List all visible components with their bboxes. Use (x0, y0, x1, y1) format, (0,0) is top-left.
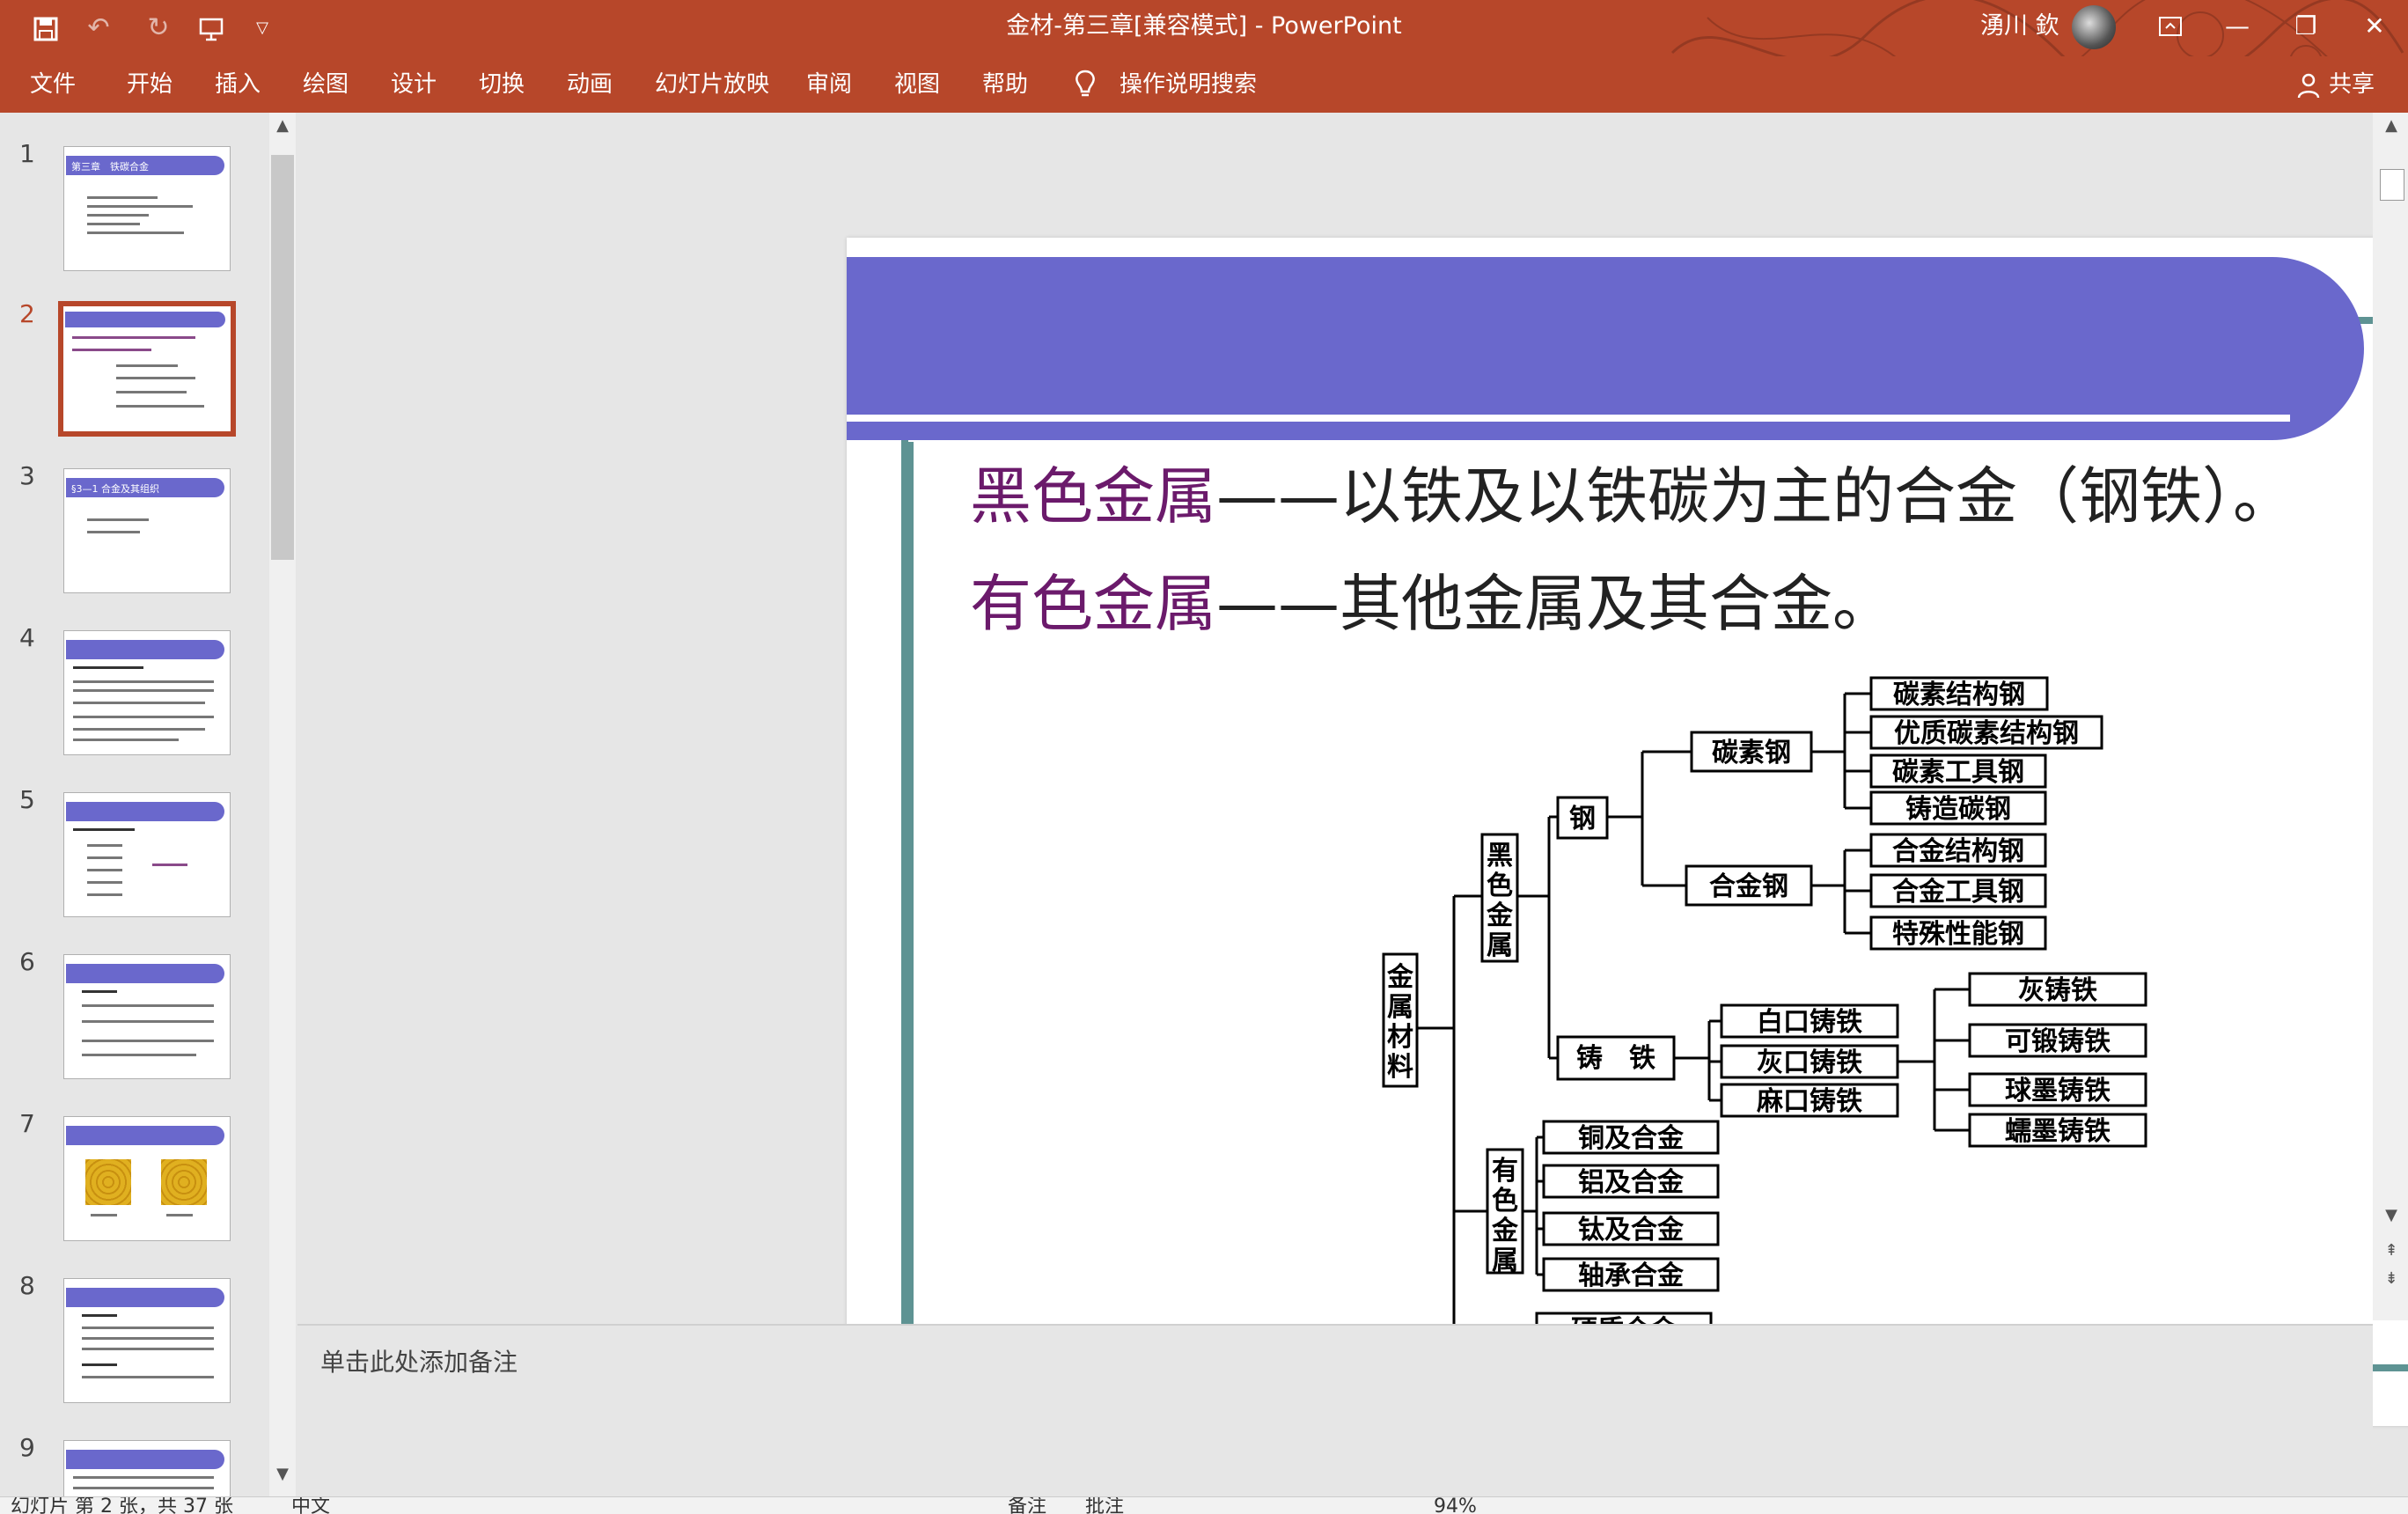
slide-scrollbar[interactable]: ▲ ▼ ⇞ ⇟ (2373, 113, 2408, 1320)
thumbnail-title: 第三章 铁碳合金 (71, 161, 149, 173)
tree-label: 碳素工具钢 (1892, 757, 2024, 788)
thumbnail-number: 6 (19, 947, 35, 976)
search-box[interactable]: 操作说明搜索 (1120, 69, 1257, 100)
slide-canvas[interactable]: .bx { fill: #fff; stroke: #000; stroke-w… (847, 238, 2408, 1426)
tree-label-ferrous: 黑色金属 (1486, 841, 1514, 961)
status-bar: 幻灯片 第 2 张，共 37 张 中文 备注 批注 94% (0, 1496, 2408, 1514)
tree-label: 合金结构钢 (1892, 836, 2024, 867)
thumbnail-title: §3—1 合金及其组织 (71, 483, 159, 495)
lightbulb-icon (1076, 70, 1095, 97)
tree-label: 钛及合金 (1578, 1215, 1685, 1246)
person-icon (2297, 73, 2320, 99)
tree-label: 合金工具钢 (1892, 877, 2024, 908)
ribbon-display-icon[interactable] (2144, 9, 2197, 44)
tree-label: 可锻铸铁 (2005, 1026, 2111, 1057)
user-name[interactable]: 湧川 欽 (1980, 11, 2059, 42)
tree-label: 蠕墨铸铁 (2005, 1116, 2111, 1147)
tree-label: 铜及合金 (1578, 1123, 1685, 1154)
tab-insert[interactable]: 插入 (215, 69, 261, 100)
close-icon[interactable]: ✕ (2348, 9, 2401, 44)
tab-help[interactable]: 帮助 (982, 69, 1028, 100)
heading-rest-1: ——以铁及以铁碳为主的合金（钢铁）。 (1216, 460, 2294, 533)
tab-file[interactable]: 文件 (30, 69, 76, 100)
scroll-up-icon[interactable]: ▲ (269, 116, 296, 135)
slide-thumbnail-8[interactable] (63, 1278, 231, 1403)
heading-term-2: 有色金属 (970, 568, 1216, 640)
tab-transitions[interactable]: 切换 (479, 69, 525, 100)
slide-editor: .bx { fill: #fff; stroke: #000; stroke-w… (297, 113, 2408, 1426)
tree-label: 灰口铸铁 (1757, 1047, 1862, 1078)
title-band-stripe (847, 415, 2290, 422)
notes-pane[interactable]: 单击此处添加备注 (297, 1324, 2373, 1496)
heading-line-1: 黑色金属——以铁及以铁碳为主的合金（钢铁）。 (970, 460, 2294, 533)
avatar[interactable] (2072, 5, 2116, 49)
restore-icon[interactable]: ❐ (2280, 9, 2332, 44)
slide-thumbnail-2[interactable] (58, 301, 236, 437)
tree-label-carbon-steel: 碳素钢 (1712, 738, 1791, 768)
slide-thumbnail-5[interactable] (63, 792, 231, 917)
slide-thumbnail-9[interactable] (63, 1440, 231, 1496)
tab-view[interactable]: 视图 (894, 69, 940, 100)
slide-thumbnail-4[interactable] (63, 630, 231, 755)
tab-draw[interactable]: 绘图 (303, 69, 349, 100)
tree-label: 铝及合金 (1578, 1167, 1685, 1198)
slide-thumbnail-6[interactable] (63, 954, 231, 1079)
tab-slideshow[interactable]: 幻灯片放映 (655, 69, 769, 100)
notes-placeholder[interactable]: 单击此处添加备注 (320, 1343, 518, 1378)
scrollbar-thumb[interactable] (271, 155, 294, 560)
thumbnail-number: 5 (19, 785, 35, 814)
thumbnail-number: 3 (19, 461, 35, 490)
tree-label: 特殊性能钢 (1892, 919, 2024, 950)
tree-label-steel: 钢 (1569, 804, 1596, 834)
tab-home[interactable]: 开始 (127, 69, 173, 100)
title-bar: ↶ ↻ ▽ 金材-第三章[兼容模式] - PowerPoint 湧川 欽 — ❐… (0, 0, 2408, 100)
slide-thumbnail-1[interactable]: 第三章 铁碳合金 (63, 146, 231, 271)
thumbnail-number: 7 (19, 1109, 35, 1138)
slide-content: .bx { fill: #fff; stroke: #000; stroke-w… (847, 257, 2408, 1371)
title-band (847, 257, 2364, 440)
thumbnail-number: 2 (19, 299, 35, 328)
scrollbar-thumb[interactable] (2380, 169, 2404, 201)
scroll-down-icon[interactable]: ▼ (269, 1465, 296, 1483)
previous-slide-icon[interactable]: ⇞ (2378, 1241, 2404, 1260)
tree-label-cast-iron: 铸 铁 (1576, 1043, 1656, 1074)
tree-label: 麻口铸铁 (1757, 1086, 1862, 1117)
tree-label: 轴承合金 (1578, 1260, 1685, 1291)
tab-animations[interactable]: 动画 (567, 69, 613, 100)
heading-rest-2: ——其他金属及其合金。 (1216, 568, 1894, 640)
tree-label-nonferrous: 有色金属 (1491, 1156, 1519, 1276)
status-text: 幻灯片 第 2 张，共 37 张 中文 备注 批注 94% (11, 1496, 1477, 1514)
tree-label: 球墨铸铁 (2005, 1076, 2111, 1106)
scroll-down-icon[interactable]: ▼ (2378, 1206, 2404, 1224)
tab-design[interactable]: 设计 (391, 69, 437, 100)
tree-label: 铸造碳钢 (1905, 794, 2011, 825)
thumbnail-number: 4 (19, 623, 35, 652)
slide-thumbnail-panel: 1 第三章 铁碳合金 2 3 §3—1 合金及其组织 4 5 6 7 8 9 (0, 113, 269, 1496)
tree-label-root: 金属材料 (1386, 962, 1414, 1083)
thumbnail-scrollbar[interactable]: ▲ ▼ (269, 113, 296, 1496)
tree-label: 优质碳素结构钢 (1894, 718, 2079, 749)
next-slide-icon[interactable]: ⇟ (2378, 1269, 2404, 1288)
heading-line-2: 有色金属——其他金属及其合金。 (970, 568, 1894, 640)
ribbon-tabs: 文件 开始 插入 绘图 设计 切换 动画 幻灯片放映 审阅 视图 帮助 操作说明… (0, 56, 2408, 113)
heading-term-1: 黑色金属 (970, 460, 1216, 533)
thumbnail-number: 1 (19, 139, 35, 168)
thumbnail-number: 8 (19, 1271, 35, 1300)
slide-thumbnail-7[interactable] (63, 1116, 231, 1241)
tree-label: 白口铸铁 (1757, 1007, 1862, 1038)
tree-label: 灰铸铁 (2018, 975, 2097, 1006)
slide-thumbnail-3[interactable]: §3—1 合金及其组织 (63, 468, 231, 593)
thumbnail-number: 9 (19, 1433, 35, 1462)
tree-label-alloy-steel: 合金钢 (1709, 871, 1788, 902)
minimize-icon[interactable]: — (2211, 9, 2264, 44)
tab-review[interactable]: 审阅 (806, 69, 852, 100)
tree-label: 碳素结构钢 (1893, 680, 2025, 710)
scroll-up-icon[interactable]: ▲ (2378, 116, 2404, 135)
